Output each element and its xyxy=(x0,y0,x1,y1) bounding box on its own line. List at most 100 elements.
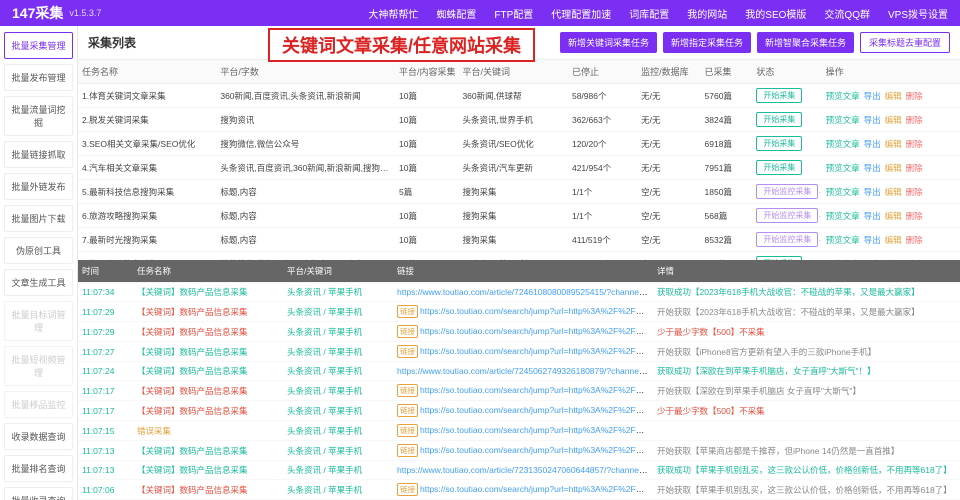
act-del[interactable]: 删除 xyxy=(906,114,923,126)
act-export[interactable]: 导出 xyxy=(864,210,881,222)
status-pill[interactable]: 开始监控采集 xyxy=(756,208,818,223)
log-link[interactable]: https://so.toutiao.com/search/jump?url=h… xyxy=(420,326,653,336)
log-table-wrap[interactable]: 11:07:34【关键词】数码产品信息采集头条资讯 / 苹果手机https://… xyxy=(78,283,960,500)
hdr-btn[interactable]: 新增关键词采集任务 xyxy=(560,32,657,53)
cell-plat: 搜狗资讯 xyxy=(216,108,395,132)
log-link[interactable]: https://www.toutiao.com/article/72461080… xyxy=(397,287,653,297)
nav-蜘蛛配置[interactable]: 蜘蛛配置 xyxy=(436,6,476,21)
sub-col: 时间 xyxy=(78,260,133,283)
status-pill[interactable]: 开始采集 xyxy=(756,160,802,175)
act-del[interactable]: 删除 xyxy=(906,234,923,246)
act-export[interactable]: 导出 xyxy=(864,234,881,246)
sidebar-item[interactable]: 批量短视频管理 xyxy=(4,346,73,386)
log-task: 【关键词】数码产品信息采集 xyxy=(133,362,283,381)
sidebar-item[interactable]: 批量发布管理 xyxy=(4,64,73,91)
status-pill[interactable]: 开始监控采集 xyxy=(756,232,818,247)
log-link[interactable]: https://so.toutiao.com/search/jump?url=h… xyxy=(420,445,653,455)
nav-词库配置[interactable]: 词库配置 xyxy=(629,6,669,21)
act-edit[interactable]: 编辑 xyxy=(885,234,902,246)
log-row: 11:07:13【关键词】数码产品信息采集头条资讯 / 苹果手机https://… xyxy=(78,461,960,480)
log-time: 11:07:17 xyxy=(78,401,133,421)
log-link[interactable]: https://so.toutiao.com/search/jump?url=h… xyxy=(420,346,653,356)
log-link[interactable]: https://www.toutiao.com/article/72450627… xyxy=(397,366,653,376)
act-preview[interactable]: 预览文章 xyxy=(826,138,860,150)
act-export[interactable]: 导出 xyxy=(864,114,881,126)
act-edit[interactable]: 编辑 xyxy=(885,162,902,174)
sidebar-item[interactable]: 批量采集管理 xyxy=(4,32,73,59)
sidebar-item[interactable]: 批量目标词管理 xyxy=(4,301,73,341)
sidebar-item[interactable]: 批量排名查询 xyxy=(4,455,73,482)
nav-我的网站[interactable]: 我的网站 xyxy=(687,6,727,21)
log-row: 11:07:15错误采集头条资讯 / 苹果手机链接https://so.tout… xyxy=(78,421,960,441)
hdr-btn[interactable]: 新增指定采集任务 xyxy=(663,32,751,53)
act-export[interactable]: 导出 xyxy=(864,90,881,102)
log-time: 11:07:17 xyxy=(78,381,133,401)
sidebar-item[interactable]: 批量图片下载 xyxy=(4,205,73,232)
act-preview[interactable]: 预览文章 xyxy=(826,234,860,246)
act-del[interactable]: 删除 xyxy=(906,90,923,102)
cell-cnt: 8532篇 xyxy=(701,228,753,252)
status-pill[interactable]: 开始采集 xyxy=(756,88,802,103)
sidebar-item[interactable]: 文章生成工具 xyxy=(4,269,73,296)
nav-交流QQ群[interactable]: 交流QQ群 xyxy=(824,6,870,21)
nav-大神帮帮忙[interactable]: 大神帮帮忙 xyxy=(368,6,418,21)
act-export[interactable]: 导出 xyxy=(864,138,881,150)
log-link[interactable]: https://so.toutiao.com/search/jump?url=h… xyxy=(420,385,653,395)
log-task: 【关键词】数码产品信息采集 xyxy=(133,342,283,362)
act-del[interactable]: 删除 xyxy=(906,138,923,150)
log-task: 【关键词】数码产品信息采集 xyxy=(133,302,283,322)
cell-plat: 标题,内容 xyxy=(216,228,395,252)
log-url: https://www.toutiao.com/article/72450627… xyxy=(393,362,653,381)
log-link[interactable]: https://so.toutiao.com/search/jump?url=h… xyxy=(420,484,653,494)
log-link[interactable]: https://www.toutiao.com/article/72313502… xyxy=(397,465,653,475)
log-url: 链接https://so.toutiao.com/search/jump?url… xyxy=(393,302,653,322)
log-url: 链接https://so.toutiao.com/search/jump?url… xyxy=(393,342,653,362)
log-link[interactable]: https://so.toutiao.com/search/jump?url=h… xyxy=(420,306,653,316)
act-edit[interactable]: 编辑 xyxy=(885,138,902,150)
hdr-btn[interactable]: 采集标题去重配置 xyxy=(860,32,950,53)
sidebar: 批量采集管理批量发布管理批量流量词挖掘批量链接抓取批量外链发布批量图片下载伪原创… xyxy=(0,26,78,500)
sidebar-item[interactable]: 批量流量词挖掘 xyxy=(4,96,73,136)
hdr-btn[interactable]: 新增智聚合采集任务 xyxy=(757,32,854,53)
act-preview[interactable]: 预览文章 xyxy=(826,210,860,222)
act-del[interactable]: 删除 xyxy=(906,186,923,198)
act-export[interactable]: 导出 xyxy=(864,186,881,198)
act-preview[interactable]: 预览文章 xyxy=(826,114,860,126)
act-edit[interactable]: 编辑 xyxy=(885,114,902,126)
sidebar-item[interactable]: 批量收录查询 xyxy=(4,487,73,500)
nav-代理配置加速[interactable]: 代理配置加速 xyxy=(551,6,611,21)
log-link[interactable]: https://so.toutiao.com/search/jump?url=h… xyxy=(420,425,653,435)
act-export[interactable]: 导出 xyxy=(864,162,881,174)
sidebar-item[interactable]: 收录数据查询 xyxy=(4,423,73,450)
nav-FTP配置[interactable]: FTP配置 xyxy=(494,6,533,21)
sidebar-item[interactable]: 批量链接抓取 xyxy=(4,141,73,168)
log-row: 11:07:17【关键词】数码产品信息采集头条资讯 / 苹果手机链接https:… xyxy=(78,381,960,401)
cell-plat: 搜狗微信,微信公众号 xyxy=(216,132,395,156)
log-url: https://www.toutiao.com/article/72461080… xyxy=(393,283,653,302)
act-del[interactable]: 删除 xyxy=(906,210,923,222)
act-edit[interactable]: 编辑 xyxy=(885,90,902,102)
log-link[interactable]: https://so.toutiao.com/search/jump?url=h… xyxy=(420,405,653,415)
cell-cnt: 568篇 xyxy=(701,204,753,228)
act-edit[interactable]: 编辑 xyxy=(885,210,902,222)
cell-c3: 421/954个 xyxy=(568,156,637,180)
task-table-wrap[interactable]: 任务名称平台/字数平台/内容采集平台/关键词已停止监控/数据库已采集状态操作 1… xyxy=(78,60,960,260)
act-preview[interactable]: 预览文章 xyxy=(826,186,860,198)
sidebar-item[interactable]: 伪原创工具 xyxy=(4,237,73,264)
cell-cnt: 6918篇 xyxy=(701,132,753,156)
act-preview[interactable]: 预览文章 xyxy=(826,90,860,102)
act-edit[interactable]: 编辑 xyxy=(885,186,902,198)
act-del[interactable]: 删除 xyxy=(906,162,923,174)
status-pill[interactable]: 开始采集 xyxy=(756,136,802,151)
main-panel: 关键词文章采集/任意网站采集 采集列表 新增关键词采集任务新增指定采集任务新增智… xyxy=(78,26,960,500)
status-pill[interactable]: 开始采集 xyxy=(756,112,802,127)
cell-name: 2.脱发关键词采集 xyxy=(78,108,216,132)
status-pill[interactable]: 开始监控采集 xyxy=(756,184,818,199)
nav-我的SEO模版[interactable]: 我的SEO模版 xyxy=(745,6,806,21)
sidebar-item[interactable]: 批量外链发布 xyxy=(4,173,73,200)
act-preview[interactable]: 预览文章 xyxy=(826,162,860,174)
cell-c3: 1/1个 xyxy=(568,204,637,228)
sidebar-item[interactable]: 批量移品监控 xyxy=(4,391,73,418)
cell-c1: 10篇 xyxy=(395,156,458,180)
nav-VPS拨号设置[interactable]: VPS拨号设置 xyxy=(888,6,948,21)
